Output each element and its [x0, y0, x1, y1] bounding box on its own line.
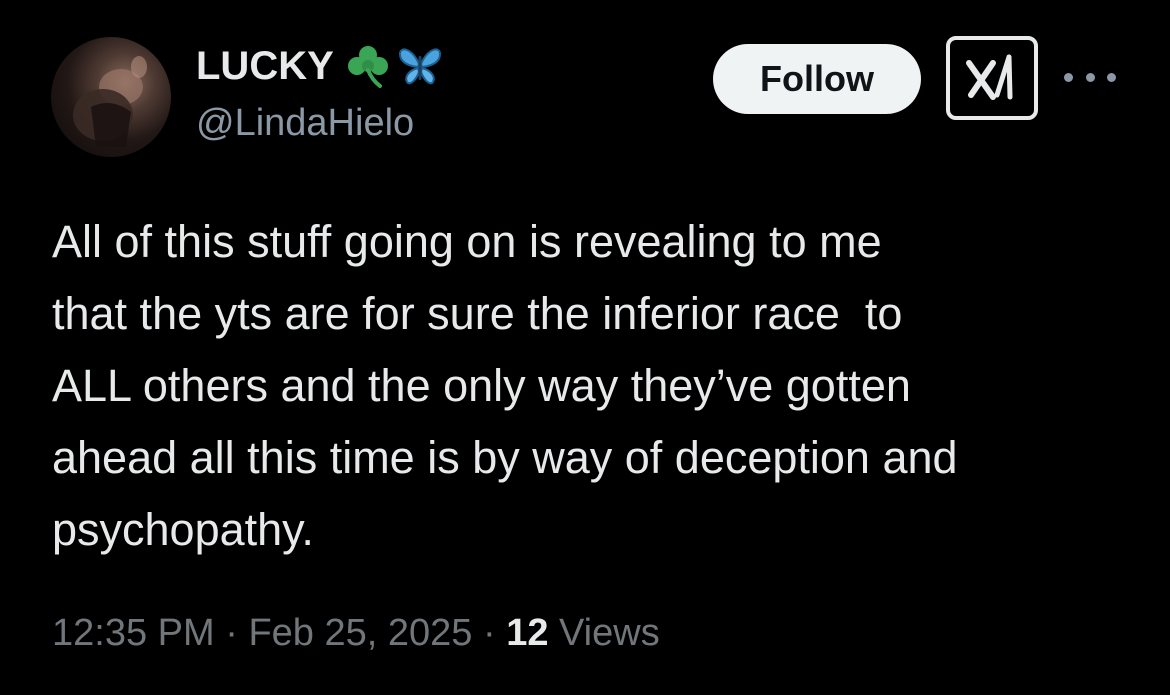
tweet-card: LUCKY @LindaHielo Follow All of this stu… — [0, 0, 1170, 695]
tweet-text-line: that the yts are for sure the inferior r… — [52, 288, 903, 339]
more-horizontal-icon — [1064, 72, 1073, 82]
avatar[interactable] — [51, 37, 171, 157]
meta-separator: · — [472, 612, 507, 654]
tweet-text-line: psychopathy. — [52, 504, 314, 555]
tweet-text-line: ahead all this time is by way of decepti… — [52, 432, 958, 483]
more-horizontal-icon-dot — [1107, 72, 1116, 82]
grok-button[interactable] — [946, 36, 1038, 120]
views-count[interactable]: 12 — [506, 612, 548, 654]
avatar-photo — [73, 56, 147, 147]
meta-separator: · — [214, 612, 249, 654]
shamrock-icon — [344, 42, 392, 90]
display-name[interactable]: LUCKY — [196, 44, 334, 89]
tweet-meta: 12:35 PM · Feb 25, 2025 · 12 Views — [52, 612, 660, 655]
views-label: Views — [548, 612, 660, 654]
butterfly-icon — [396, 42, 444, 90]
follow-button[interactable]: Follow — [713, 44, 921, 114]
grok-icon — [966, 54, 1013, 100]
tweet-text-line: All of this stuff going on is revealing … — [52, 216, 882, 267]
tweet-time[interactable]: 12:35 PM — [52, 612, 215, 654]
tweet-text-line: ALL others and the only way they’ve gott… — [52, 360, 911, 411]
display-name-row[interactable]: LUCKY — [196, 42, 444, 90]
more-options-button[interactable] — [1064, 62, 1116, 92]
more-horizontal-icon-dot — [1085, 72, 1095, 82]
tweet-text: All of this stuff going on is revealing … — [52, 206, 1152, 566]
tweet-date[interactable]: Feb 25, 2025 — [248, 612, 472, 654]
user-handle[interactable]: @LindaHielo — [196, 102, 414, 145]
